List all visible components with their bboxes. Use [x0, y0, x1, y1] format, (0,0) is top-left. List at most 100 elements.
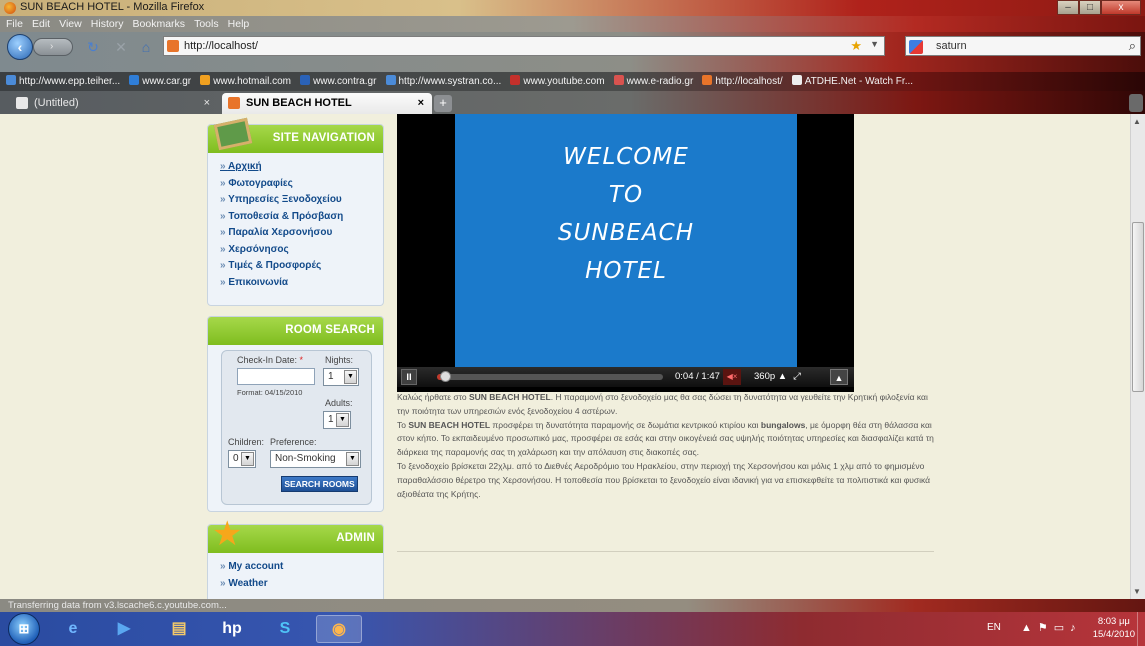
search-input[interactable]: saturn — [936, 40, 967, 52]
reload-icon[interactable]: ↻ — [85, 39, 101, 55]
menu-file[interactable]: File — [6, 18, 23, 30]
menu-edit[interactable]: Edit — [32, 18, 50, 30]
url-bar[interactable]: http://localhost/ ★ ▼ — [163, 36, 885, 56]
bookmark-star-icon[interactable]: ★ — [850, 38, 862, 54]
bookmark-item[interactable]: http://www.epp.teiher... — [6, 75, 120, 87]
preference-select[interactable]: Non-Smoking ▼ — [270, 450, 361, 468]
bookmark-item[interactable]: www.car.gr — [129, 75, 191, 87]
back-button[interactable]: ‹ — [7, 34, 33, 60]
clock[interactable]: 8:03 μμ 15/4/2010 — [1093, 615, 1135, 641]
page-content: SITE NAVIGATION Αρχική Φωτογραφίες Υπηρε… — [0, 114, 1130, 599]
media-player-icon[interactable]: ▶ — [101, 615, 147, 643]
tab-close-icon[interactable]: × — [418, 93, 424, 113]
video-progress-bar[interactable] — [437, 371, 663, 382]
site-navigation-header: SITE NAVIGATION — [208, 117, 383, 153]
divider — [397, 551, 934, 552]
bookmark-item[interactable]: http://localhost/ — [702, 75, 783, 87]
nav-link-photos[interactable]: Φωτογραφίες — [220, 178, 383, 195]
maximize-button[interactable]: □ — [1079, 0, 1101, 15]
checkin-date-input[interactable] — [237, 368, 315, 385]
firefox-icon — [4, 2, 16, 14]
scrollbar-thumb[interactable] — [1132, 222, 1144, 392]
fullscreen-icon[interactable]: ⤢ — [788, 369, 806, 385]
bookmarks-toolbar: http://www.epp.teiher... www.car.gr www.… — [0, 72, 1145, 91]
title-bar: SUN BEACH HOTEL - Mozilla Firefox – □ x — [0, 0, 1145, 16]
search-bar[interactable]: saturn ⌕ — [905, 36, 1141, 56]
tab-sun-beach-hotel[interactable]: SUN BEACH HOTEL × — [222, 93, 432, 114]
forward-button[interactable]: › — [33, 38, 73, 56]
video-scrubber-handle[interactable] — [440, 371, 452, 382]
nav-link-services[interactable]: Υπηρεσίες Ξενοδοχείου — [220, 194, 383, 211]
children-select[interactable]: 0 ▼ — [228, 450, 256, 468]
minimize-button[interactable]: – — [1057, 0, 1079, 15]
nights-label: Nights: — [325, 355, 354, 365]
volume-mute-icon[interactable]: ◀× — [723, 369, 741, 385]
menu-bookmarks[interactable]: Bookmarks — [133, 18, 186, 30]
nav-link-hersonissos[interactable]: Χερσόνησος — [220, 244, 383, 261]
adults-select[interactable]: 1 ▼ — [323, 411, 351, 429]
show-desktop-button[interactable] — [1137, 612, 1145, 646]
language-indicator[interactable]: EN — [987, 622, 1001, 633]
menu-history[interactable]: History — [91, 18, 124, 30]
menu-help[interactable]: Help — [228, 18, 250, 30]
nav-link-contact[interactable]: Επικοινωνία — [220, 277, 383, 294]
video-quality-button[interactable]: 360p ▲ — [754, 369, 787, 385]
menu-view[interactable]: View — [59, 18, 82, 30]
pause-icon[interactable]: II — [401, 369, 417, 385]
status-text: Transferring data from v3.lscache6.c.you… — [8, 600, 227, 611]
children-label: Children: — [228, 437, 265, 447]
checkin-label: Check-In Date: * — [237, 355, 304, 365]
bookmark-item[interactable]: www.contra.gr — [300, 75, 376, 87]
close-window-button[interactable]: x — [1101, 0, 1141, 15]
tab-untitled[interactable]: (Untitled) × — [10, 93, 218, 114]
start-button[interactable]: ⊞ — [8, 613, 40, 645]
admin-link-weather[interactable]: Weather — [220, 578, 383, 595]
bookmark-item[interactable]: ATDHE.Net - Watch Fr... — [791, 75, 913, 87]
menu-tools[interactable]: Tools — [194, 18, 219, 30]
internet-explorer-icon[interactable]: e — [50, 615, 96, 643]
bookmark-item[interactable]: www.youtube.com — [510, 75, 605, 87]
nav-link-location[interactable]: Τοποθεσία & Πρόσβαση — [220, 211, 383, 228]
search-engine-icon[interactable] — [909, 40, 923, 54]
admin-list: My account Weather — [208, 553, 383, 594]
tab-label: (Untitled) — [34, 97, 79, 109]
scroll-down-icon[interactable]: ▼ — [1133, 587, 1141, 596]
url-dropdown-icon[interactable]: ▼ — [870, 39, 879, 49]
hp-icon[interactable]: hp — [209, 615, 255, 643]
firefox-taskbar-icon[interactable]: ◉ — [316, 615, 362, 643]
tab-close-icon[interactable]: × — [204, 93, 210, 113]
room-search-form: Check-In Date: * Nights: 1 ▼ Format: 04/1… — [221, 350, 372, 505]
admin-link-my-account[interactable]: My account — [220, 561, 383, 578]
paragraph-rooms: Το SUN BEACH HOTEL προσφέρει τη δυνατότη… — [397, 419, 934, 458]
nav-link-home[interactable]: Αρχική — [220, 161, 383, 178]
date-format-hint: Format: 04/15/2010 — [237, 388, 303, 397]
page-scrollbar[interactable]: ▲ ▼ — [1130, 114, 1145, 599]
popout-icon[interactable]: ▲ — [830, 369, 848, 385]
tab-list-button[interactable] — [1129, 94, 1143, 112]
nav-link-prices[interactable]: Τιμές & Προσφορές — [220, 260, 383, 277]
page-icon — [16, 97, 28, 109]
explorer-folder-icon[interactable]: ▤ — [156, 615, 202, 643]
bookmark-item[interactable]: www.hotmail.com — [200, 75, 291, 87]
menu-bar: File Edit View History Bookmarks Tools H… — [0, 16, 1145, 32]
skype-icon[interactable]: S — [262, 615, 308, 643]
nav-link-beach[interactable]: Παραλία Χερσονήσου — [220, 227, 383, 244]
scroll-up-icon[interactable]: ▲ — [1133, 117, 1141, 126]
bookmark-item[interactable]: www.e-radio.gr — [613, 75, 693, 87]
navigation-toolbar: ‹ › ↻ ✕ ⌂ http://localhost/ ★ ▼ saturn ⌕ — [0, 32, 1145, 72]
search-rooms-button[interactable]: SEARCH ROOMS — [281, 476, 358, 492]
new-tab-button[interactable]: + — [434, 95, 452, 112]
video-controls: II 0:04 / 1:47 ◀× 360p ▲ ⤢ ▲ — [397, 367, 854, 387]
stop-icon[interactable]: ✕ — [113, 39, 129, 55]
search-icon[interactable]: ⌕ — [1129, 38, 1136, 54]
video-welcome-text: WELCOME TO SUNBEACH HOTEL — [557, 144, 695, 284]
system-tray: EN ▲⚑▭♪ 8:03 μμ 15/4/2010 — [975, 612, 1145, 646]
video-player[interactable]: WELCOME TO SUNBEACH HOTEL II 0:04 / 1:47… — [397, 114, 854, 392]
url-text[interactable]: http://localhost/ — [184, 40, 258, 52]
status-bar: Transferring data from v3.lscache6.c.you… — [0, 599, 1145, 612]
bookmark-item[interactable]: http://www.systran.co... — [385, 75, 501, 87]
home-icon[interactable]: ⌂ — [138, 39, 154, 55]
nights-select[interactable]: 1 ▼ — [323, 368, 359, 386]
tray-icons[interactable]: ▲⚑▭♪ — [1021, 621, 1082, 634]
video-screen[interactable]: WELCOME TO SUNBEACH HOTEL — [455, 114, 797, 367]
